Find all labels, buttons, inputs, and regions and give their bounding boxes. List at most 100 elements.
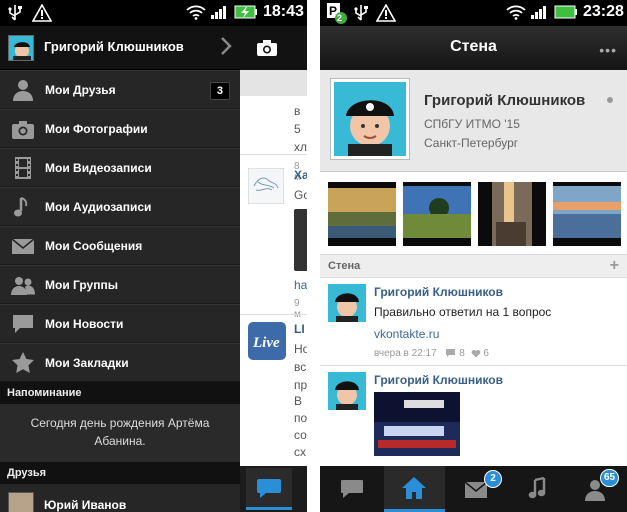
- tab-messages[interactable]: 2: [446, 466, 507, 512]
- friend-list-item[interactable]: Юрий Иванов: [0, 484, 240, 512]
- menu-item-label: Мои Группы: [45, 278, 118, 292]
- wall-label: Стена: [328, 260, 361, 272]
- divider: [240, 314, 307, 315]
- live-logo-icon: Live: [248, 322, 286, 360]
- profile-name: Григорий Клюшников: [44, 39, 184, 54]
- avatar[interactable]: [328, 372, 366, 410]
- tab-chat[interactable]: [320, 466, 381, 512]
- clock: 23:28: [583, 3, 624, 20]
- feed-snippet: Ха: [294, 168, 307, 182]
- feed-snippet: LI: [294, 322, 305, 336]
- svg-text:Live: Live: [252, 335, 280, 351]
- left-screen: 18:43 в 5 хл 8 м Ха Go ha 9 м Live LI Но…: [0, 0, 307, 512]
- profile-university: СПбГУ ИТМО '15: [424, 117, 520, 131]
- friends-heading: Друзья: [0, 462, 240, 484]
- wifi-icon: [506, 5, 526, 20]
- comment-count: 8: [459, 348, 465, 359]
- post-author[interactable]: Григорий Клюшников: [374, 285, 503, 299]
- chat-icon: [341, 480, 363, 498]
- menu-item-videos[interactable]: Мои Видеозаписи: [0, 148, 240, 187]
- feed-snippet: Go: [294, 188, 307, 202]
- menu-item-label: Мои Закладки: [45, 356, 129, 370]
- online-status-dot: [607, 97, 613, 103]
- friends-badge: 65: [600, 469, 620, 487]
- post-meta: вчера в 22:17 8 6: [374, 348, 489, 359]
- feed-snippet: со: [294, 428, 307, 442]
- status-bar: 18:43: [0, 0, 307, 26]
- menu-item-label: Мои Аудиозаписи: [45, 200, 152, 214]
- post-text: Правильно ответил на 1 вопрос: [374, 305, 552, 319]
- battery-icon: [554, 5, 577, 19]
- chat-tab[interactable]: [246, 468, 292, 510]
- feed-snippet: Но: [294, 342, 307, 356]
- avatar: [8, 492, 34, 512]
- wall-section-header: Стена +: [320, 254, 627, 278]
- photo-strip: [320, 172, 627, 254]
- menu-item-messages[interactable]: Мои Сообщения: [0, 226, 240, 265]
- navigation-drawer: Григорий Клюшников Мои Друзья 3 Мои Фото…: [0, 26, 240, 512]
- heart-icon[interactable]: [471, 349, 481, 358]
- drawer-profile[interactable]: Григорий Клюшников: [0, 26, 240, 70]
- group-icon: [11, 277, 35, 295]
- menu-item-friends[interactable]: Мои Друзья 3: [0, 70, 240, 109]
- notification-badge: 2: [337, 13, 343, 23]
- signal-icon: [211, 6, 226, 19]
- feed-bottom-bar: [240, 466, 307, 512]
- menu-item-photos[interactable]: Мои Фотографии: [0, 109, 240, 148]
- envelope-icon: [11, 238, 35, 254]
- bottom-tab-bar: 2 65: [320, 466, 627, 512]
- title-bar: Стена •••: [320, 26, 627, 70]
- speech-bubble-icon: [13, 315, 33, 333]
- star-icon: [12, 352, 34, 373]
- feed-link[interactable]: ha: [294, 278, 307, 292]
- wifi-icon: [186, 5, 206, 20]
- tab-home[interactable]: [384, 466, 445, 512]
- feed-topbar: [240, 26, 307, 70]
- birthday-reminder[interactable]: Сегодня день рождения Артёма Абанина.: [0, 404, 240, 462]
- phone-image: [294, 209, 307, 271]
- signal-icon: [531, 6, 546, 19]
- home-icon: [402, 477, 426, 499]
- menu-item-groups[interactable]: Мои Группы: [0, 265, 240, 304]
- menu-item-label: Мои Новости: [45, 317, 124, 331]
- post-photo[interactable]: [374, 392, 460, 456]
- camera-icon[interactable]: [256, 39, 278, 57]
- photo-thumbnail[interactable]: [478, 182, 546, 246]
- wall-post[interactable]: Григорий Клюшников Правильно ответил на …: [320, 278, 627, 366]
- chat-icon: [257, 479, 281, 498]
- wall-post[interactable]: Григорий Клюшников: [320, 366, 627, 462]
- tab-music[interactable]: [508, 466, 569, 512]
- menu-item-audio[interactable]: Мои Аудиозаписи: [0, 187, 240, 226]
- feed-snippet: В: [294, 394, 303, 408]
- like-count: 6: [483, 348, 489, 359]
- photo-thumbnail[interactable]: [553, 182, 621, 246]
- menu-item-label: Мои Друзья: [45, 83, 116, 97]
- photo-thumbnail[interactable]: [328, 182, 396, 246]
- music-icon: [528, 477, 546, 499]
- friend-name: Юрий Иванов: [44, 498, 127, 512]
- battery-charging-icon: [234, 5, 257, 19]
- friends-count-badge: 3: [209, 82, 230, 100]
- film-icon: [15, 157, 31, 179]
- feed-snippet: 5: [294, 122, 301, 136]
- more-menu-button[interactable]: •••: [599, 42, 617, 58]
- warning-icon: [32, 4, 52, 22]
- post-thumbnail-icon: [248, 168, 284, 204]
- warning-icon: [376, 4, 396, 22]
- avatar[interactable]: [330, 78, 410, 160]
- profile-name: Григорий Клюшников: [424, 92, 586, 109]
- right-screen: P 2 23:28 Стена ••• Григорий Клюшников С…: [320, 0, 627, 512]
- tab-friends[interactable]: 65: [568, 466, 627, 512]
- camera-icon: [12, 121, 34, 139]
- post-author[interactable]: Григорий Клюшников: [374, 373, 503, 387]
- messages-badge: 2: [484, 470, 502, 488]
- add-post-button[interactable]: +: [610, 257, 619, 275]
- photo-thumbnail[interactable]: [403, 182, 471, 246]
- avatar[interactable]: [328, 284, 366, 322]
- menu-item-bookmarks[interactable]: Мои Закладки: [0, 343, 240, 382]
- divider: [240, 154, 307, 155]
- post-time: вчера в 22:17: [374, 348, 437, 359]
- chevron-right-icon: [221, 37, 232, 55]
- menu-item-news[interactable]: Мои Новости: [0, 304, 240, 343]
- post-link[interactable]: vkontakte.ru: [374, 327, 439, 341]
